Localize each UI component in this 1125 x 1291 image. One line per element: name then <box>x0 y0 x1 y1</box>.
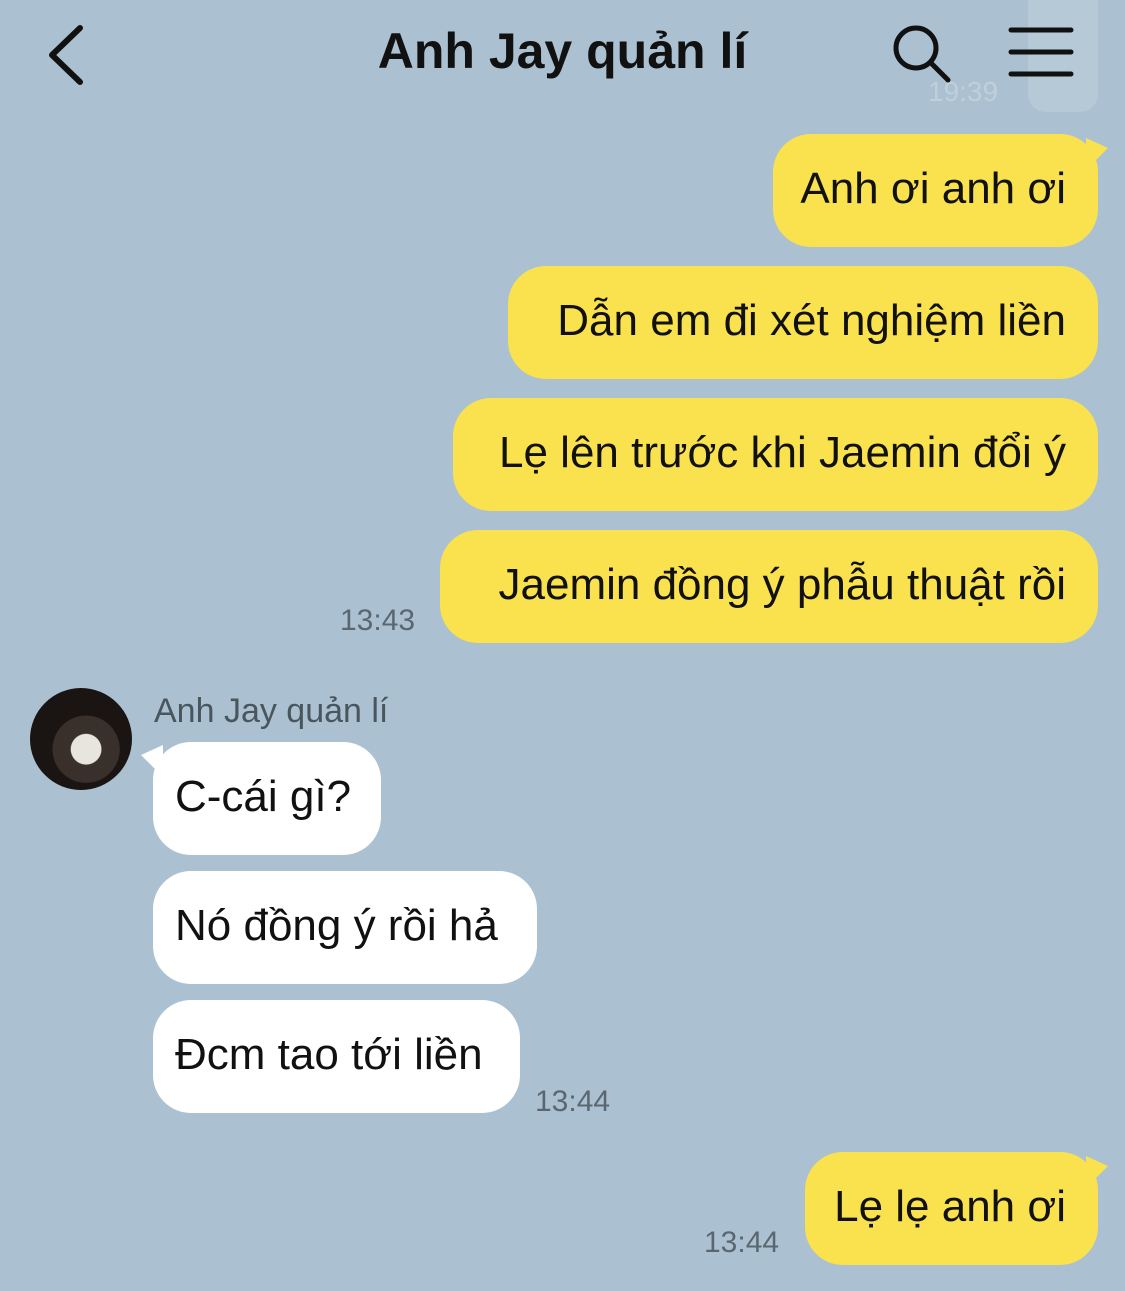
sender-name: Anh Jay quản lí <box>154 692 389 730</box>
chat-header: 19:39 Anh Jay quản lí <box>0 0 1125 112</box>
incoming-message[interactable]: C-cái gì? <box>153 742 381 855</box>
message-timestamp: 13:44 <box>704 1226 780 1259</box>
outgoing-message[interactable]: Lẹ lẹ anh ơi <box>805 1152 1098 1265</box>
outgoing-message[interactable]: Jaemin đồng ý phẫu thuật rồi <box>440 530 1098 643</box>
outgoing-message[interactable]: Anh ơi anh ơi <box>773 134 1098 247</box>
avatar[interactable] <box>30 688 132 790</box>
incoming-message[interactable]: Nó đồng ý rồi hả <box>153 871 537 984</box>
outgoing-message[interactable]: Lẹ lên trước khi Jaemin đổi ý <box>453 398 1098 511</box>
outgoing-message[interactable]: Dẫn em đi xét nghiệm liền <box>508 266 1098 379</box>
search-icon[interactable] <box>888 20 954 86</box>
menu-icon[interactable] <box>1005 22 1077 82</box>
message-timestamp: 13:43 <box>340 604 416 637</box>
chat-title: Anh Jay quản lí <box>377 23 748 79</box>
message-timestamp: 13:44 <box>535 1085 611 1118</box>
incoming-message[interactable]: Đcm tao tới liền <box>153 1000 520 1113</box>
